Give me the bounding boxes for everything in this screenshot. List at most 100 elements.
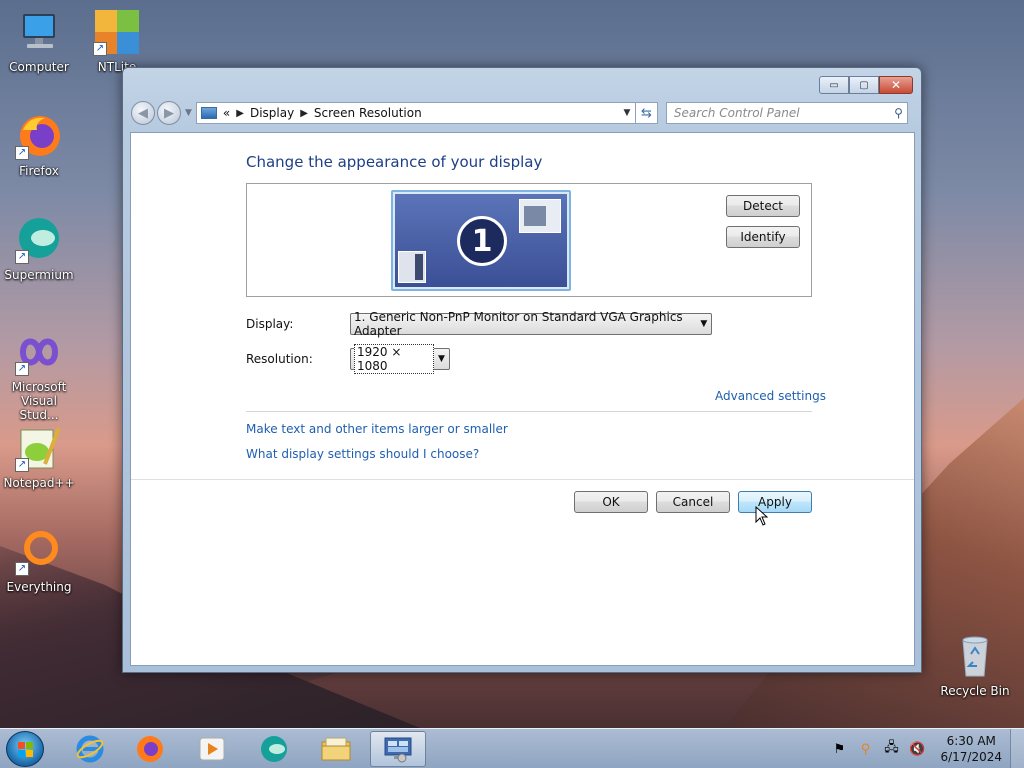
divider bbox=[246, 411, 812, 412]
notepadpp-icon: ↗ bbox=[15, 424, 63, 472]
advanced-settings-link[interactable]: Advanced settings bbox=[715, 389, 826, 403]
display-settings-help-link[interactable]: What display settings should I choose? bbox=[246, 447, 479, 461]
desktop-icon-label: Notepad++ bbox=[3, 476, 75, 490]
refresh-icon: ⇆ bbox=[640, 105, 652, 121]
back-arrow-icon: ◀ bbox=[138, 105, 148, 121]
recent-pages-dropdown[interactable]: ▼ bbox=[185, 108, 192, 118]
monitor-arrangement-area: 1 Detect Identify bbox=[246, 183, 812, 297]
caption-buttons: ▭ ▢ ✕ bbox=[819, 76, 913, 94]
desktop-icon-label: Computer bbox=[9, 60, 69, 74]
address-dropdown-icon[interactable]: ▼ bbox=[619, 108, 635, 118]
resolution-label: Resolution: bbox=[246, 352, 313, 366]
minimize-icon: ▭ bbox=[829, 79, 839, 91]
display-label: Display: bbox=[246, 317, 294, 331]
detect-button[interactable]: Detect bbox=[726, 195, 800, 217]
breadcrumb-display[interactable]: Display bbox=[250, 106, 294, 120]
taskbar-supermium[interactable] bbox=[246, 731, 302, 767]
supermium-icon: ↗ bbox=[15, 216, 63, 264]
control-panel-icon bbox=[200, 107, 217, 119]
desktop-icon-label: Microsoft Visual Stud... bbox=[11, 380, 67, 422]
desktop-icon-supermium[interactable]: ↗ Supermium bbox=[0, 216, 78, 282]
clock-time: 6:30 AM bbox=[946, 734, 996, 748]
desktop-icon-ntlite[interactable]: ↗ NTLite bbox=[78, 8, 156, 74]
search-icon[interactable]: ⚲ bbox=[894, 106, 903, 120]
chevron-down-icon: ▼ bbox=[700, 319, 708, 329]
taskbar-media-player[interactable] bbox=[184, 731, 240, 767]
desktop-icon-label: Everything bbox=[6, 580, 72, 594]
search-placeholder: Search Control Panel bbox=[673, 106, 800, 120]
recycle-bin-icon bbox=[951, 632, 999, 680]
back-button[interactable]: ◀ bbox=[131, 101, 155, 125]
monitor-1-preview[interactable]: 1 bbox=[391, 190, 571, 291]
network-icon[interactable]: 🖧 bbox=[881, 739, 901, 759]
page-title: Change the appearance of your display bbox=[246, 153, 543, 171]
firefox-icon bbox=[137, 736, 163, 762]
maximize-icon: ▢ bbox=[859, 79, 869, 91]
everything-icon: ↗ bbox=[15, 528, 63, 576]
visual-studio-icon: ↗ bbox=[15, 328, 63, 376]
navigation-bar: ◀ ▶ ▼ « ▶ Display ▶ Screen Resolution ▼ … bbox=[131, 100, 913, 126]
desktop-icon-label: Supermium bbox=[4, 268, 74, 282]
windows-logo-icon bbox=[18, 742, 33, 757]
file-explorer-icon bbox=[321, 737, 351, 761]
everything-tray-icon[interactable]: ⚲ bbox=[855, 739, 875, 759]
taskbar-firefox[interactable] bbox=[122, 731, 178, 767]
cancel-button[interactable]: Cancel bbox=[656, 491, 730, 513]
desktop-icon-label: Recycle Bin bbox=[940, 684, 1010, 698]
search-input[interactable]: Search Control Panel ⚲ bbox=[665, 102, 908, 124]
monitor-number-badge: 1 bbox=[457, 216, 507, 266]
desktop-icon-recycle-bin[interactable]: Recycle Bin bbox=[936, 632, 1014, 698]
action-center-flag-icon[interactable]: ⚑ bbox=[829, 739, 849, 759]
ok-button[interactable]: OK bbox=[574, 491, 648, 513]
desktop-icon-everything[interactable]: ↗ Everything bbox=[0, 528, 78, 594]
forward-button[interactable]: ▶ bbox=[157, 101, 181, 125]
media-player-icon bbox=[199, 737, 225, 761]
close-icon: ✕ bbox=[890, 78, 902, 92]
identify-button[interactable]: Identify bbox=[726, 226, 800, 248]
supermium-icon bbox=[261, 736, 287, 762]
desktop-icon-computer[interactable]: Computer bbox=[0, 8, 78, 74]
minimize-button[interactable]: ▭ bbox=[819, 76, 849, 94]
taskbar: ⚑ ⚲ 🖧 🔇 6:30 AM 6/17/2024 bbox=[0, 728, 1024, 768]
breadcrumb-separator-icon: ▶ bbox=[236, 107, 244, 119]
computer-icon bbox=[15, 8, 63, 56]
address-overflow-chevron[interactable]: « bbox=[223, 106, 230, 120]
maximize-button[interactable]: ▢ bbox=[849, 76, 879, 94]
footer-divider bbox=[131, 479, 914, 480]
forward-arrow-icon: ▶ bbox=[164, 105, 174, 121]
breadcrumb-separator-icon: ▶ bbox=[300, 107, 308, 119]
start-button[interactable] bbox=[6, 731, 44, 767]
breadcrumb-screen-resolution[interactable]: Screen Resolution bbox=[314, 106, 422, 120]
preview-window-decoration bbox=[519, 199, 561, 233]
display-select[interactable]: 1. Generic Non-PnP Monitor on Standard V… bbox=[350, 310, 712, 338]
desktop-icon-label: Firefox bbox=[19, 164, 59, 178]
resolution-selected-value: 1920 × 1080 bbox=[354, 344, 434, 374]
desktop-icon-visual-studio[interactable]: ↗ Microsoft Visual Stud... bbox=[0, 328, 78, 422]
taskbar-file-explorer[interactable] bbox=[308, 731, 364, 767]
clock[interactable]: 6:30 AM 6/17/2024 bbox=[940, 733, 1002, 765]
content-pane: Change the appearance of your display 1 … bbox=[130, 132, 915, 666]
apply-button[interactable]: Apply bbox=[738, 491, 812, 513]
text-size-link[interactable]: Make text and other items larger or smal… bbox=[246, 422, 508, 436]
close-button[interactable]: ✕ bbox=[879, 76, 913, 94]
ntlite-icon: ↗ bbox=[93, 8, 141, 56]
preview-window-decoration bbox=[398, 251, 426, 283]
firefox-icon: ↗ bbox=[15, 112, 63, 160]
display-selected-value: 1. Generic Non-PnP Monitor on Standard V… bbox=[354, 310, 683, 338]
taskbar-internet-explorer[interactable] bbox=[62, 731, 118, 767]
taskbar-display-control-panel[interactable] bbox=[370, 731, 426, 767]
show-desktop-button[interactable] bbox=[1010, 729, 1024, 768]
clock-date: 6/17/2024 bbox=[940, 750, 1002, 764]
resolution-select[interactable]: 1920 × 1080 ▼ bbox=[350, 344, 450, 374]
refresh-button[interactable]: ⇆ bbox=[635, 102, 658, 124]
address-bar[interactable]: « ▶ Display ▶ Screen Resolution ▼ bbox=[195, 102, 636, 124]
desktop-icon-firefox[interactable]: ↗ Firefox bbox=[0, 112, 78, 178]
desktop-icon-notepadpp[interactable]: ↗ Notepad++ bbox=[0, 424, 78, 490]
internet-explorer-icon bbox=[76, 735, 104, 763]
screen-resolution-window: ▭ ▢ ✕ ◀ ▶ ▼ « ▶ Display ▶ Screen Resolut… bbox=[122, 67, 922, 673]
chevron-down-icon: ▼ bbox=[438, 354, 445, 364]
system-tray: ⚑ ⚲ 🖧 🔇 6:30 AM 6/17/2024 bbox=[826, 729, 1024, 768]
display-control-panel-icon bbox=[384, 737, 412, 763]
mouse-cursor-icon bbox=[755, 506, 769, 526]
volume-muted-icon[interactable]: 🔇 bbox=[907, 739, 927, 759]
